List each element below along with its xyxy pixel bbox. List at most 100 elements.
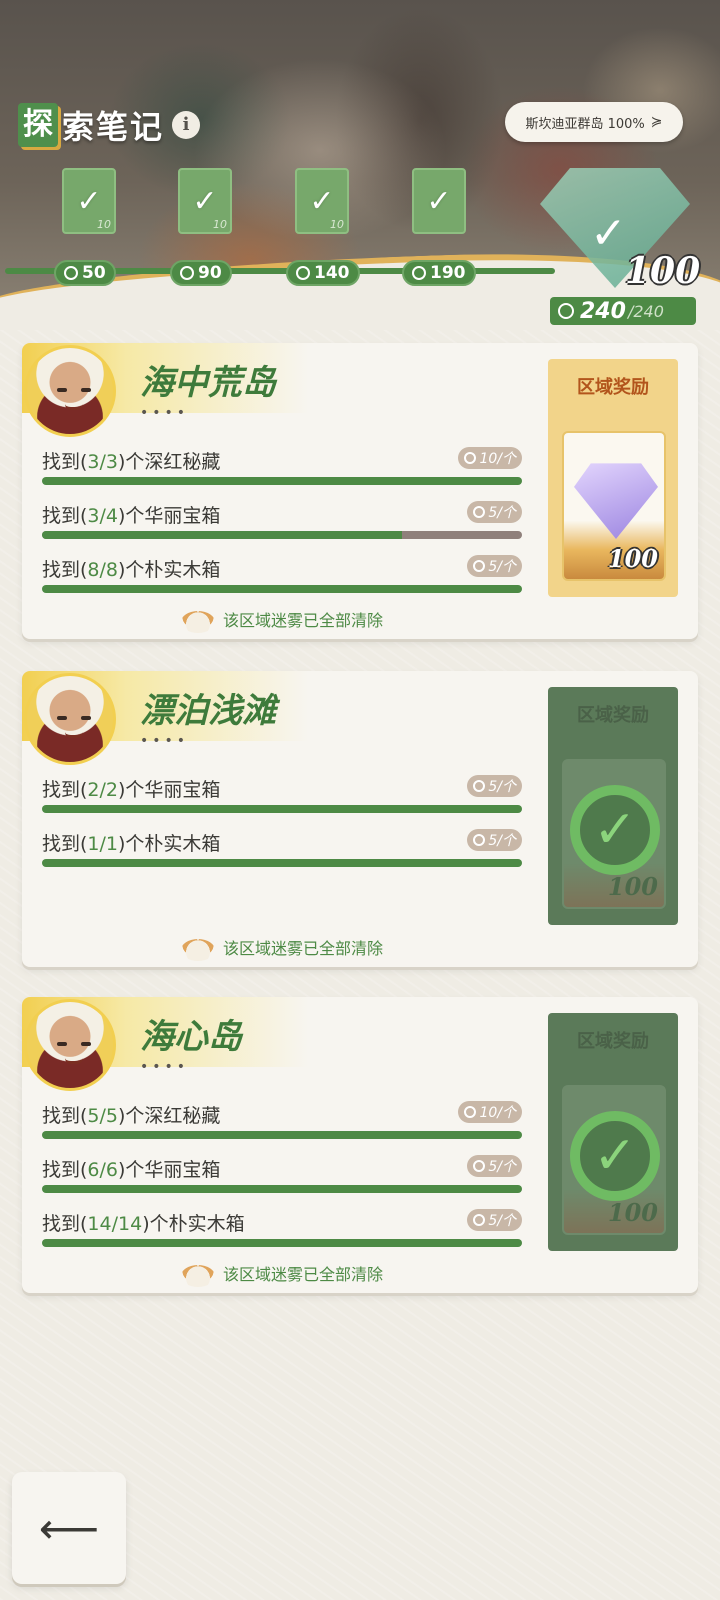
claimed-check-icon: ✓ xyxy=(570,785,660,875)
header-banner: 探 索笔记 i 斯坎迪亚群岛 100% ≽ ✓ 10 ✓ 10 ✓ 10 ✓ 5… xyxy=(0,0,720,330)
task-text: 找到(5/5)个深红秘藏 xyxy=(42,1105,221,1127)
task-row: 找到(6/6)个华丽宝箱 5/个 xyxy=(42,1155,522,1193)
task-progress-bar xyxy=(42,531,522,539)
task-row: 找到(14/14)个朴实木箱 5/个 xyxy=(42,1209,522,1247)
back-button[interactable]: ⟵ xyxy=(12,1472,126,1584)
back-arrow-icon: ⟵ xyxy=(38,1503,100,1553)
task-row: 找到(2/2)个华丽宝箱 5/个 xyxy=(42,775,522,813)
task-reward: 5/个 xyxy=(467,555,522,577)
avatar-eye xyxy=(57,388,67,392)
task-progress-fill xyxy=(42,585,522,593)
milestone-badge-3: 140 xyxy=(286,260,360,286)
mascot-icon xyxy=(180,1264,215,1287)
compass-icon xyxy=(473,506,486,518)
task-progress-bar xyxy=(42,1185,522,1193)
area-card-3: 海心岛 •••• 找到(5/5)个深红秘藏 10/个 找到(6/6)个华丽宝箱 … xyxy=(22,997,698,1293)
title-text: 索笔记 xyxy=(62,108,165,146)
task-progress-bar xyxy=(42,477,522,485)
area-reward-box-claimed[interactable]: 区域奖励 ✓ 100 xyxy=(548,687,678,925)
avatar-eye xyxy=(81,716,91,720)
reward-count: 100 xyxy=(607,1198,658,1227)
region-selector-label: 斯坎迪亚群岛 100% xyxy=(525,116,645,132)
avatar-eye xyxy=(81,1042,91,1046)
area-dots: •••• xyxy=(140,1059,190,1075)
task-text: 找到(3/3)个深红秘藏 xyxy=(42,451,221,473)
total-current: 240 xyxy=(580,298,626,324)
compass-icon xyxy=(473,780,486,792)
task-progress-fill xyxy=(42,805,522,813)
avatar-mouth xyxy=(65,732,83,738)
area-reward-box-claimed[interactable]: 区域奖励 ✓ 100 xyxy=(548,1013,678,1251)
area-dots: •••• xyxy=(140,405,190,421)
reward-count: 100 xyxy=(607,872,658,901)
reward-item: ✓ 100 xyxy=(562,1085,666,1235)
region-selector[interactable]: 斯坎迪亚群岛 100% ≽ xyxy=(505,102,683,142)
task-text: 找到(14/14)个朴实木箱 xyxy=(42,1213,245,1235)
task-progress-bar xyxy=(42,1239,522,1247)
milestone-value: 50 xyxy=(82,263,106,283)
area-card-2: 漂泊浅滩 •••• 找到(2/2)个华丽宝箱 5/个 找到(1/1)个朴实木箱 … xyxy=(22,671,698,967)
task-row: 找到(8/8)个朴实木箱 5/个 xyxy=(42,555,522,593)
area-reward-box[interactable]: 区域奖励 100 xyxy=(548,359,678,597)
info-icon[interactable]: i xyxy=(172,111,201,139)
compass-icon xyxy=(464,1106,477,1118)
fog-cleared-note: 该区域迷雾已全部清除 xyxy=(22,607,542,633)
check-icon: ✓ xyxy=(309,183,335,219)
compass-icon xyxy=(558,303,574,319)
fog-cleared-note: 该区域迷雾已全部清除 xyxy=(22,1261,542,1287)
milestone-reward-2[interactable]: ✓ 10 xyxy=(178,168,232,234)
milestone-badge-2: 90 xyxy=(170,260,232,286)
milestone-count: 10 xyxy=(97,218,111,231)
milestone-value: 90 xyxy=(198,263,222,283)
avatar-eye xyxy=(81,388,91,392)
character-avatar xyxy=(24,673,116,765)
milestone-reward-3[interactable]: ✓ 10 xyxy=(295,168,349,234)
check-icon: ✓ xyxy=(192,183,218,219)
task-progress-fill xyxy=(42,1185,522,1193)
task-progress-bar xyxy=(42,585,522,593)
reward-title: 区域奖励 xyxy=(577,377,649,398)
character-avatar xyxy=(24,999,116,1091)
compass-icon xyxy=(473,1214,486,1226)
area-name: 海心岛 xyxy=(140,1017,242,1057)
task-progress-fill xyxy=(42,477,522,485)
task-reward: 5/个 xyxy=(467,1209,522,1231)
reward-item: ✓ 100 xyxy=(562,759,666,909)
milestone-value: 140 xyxy=(314,263,350,283)
milestone-reward-1[interactable]: ✓ 10 xyxy=(62,168,116,234)
task-text: 找到(1/1)个朴实木箱 xyxy=(42,833,221,855)
compass-icon xyxy=(473,560,486,572)
milestone-badge-1: 50 xyxy=(54,260,116,286)
compass-icon xyxy=(473,834,486,846)
task-text: 找到(6/6)个华丽宝箱 xyxy=(42,1159,221,1181)
area-name: 海中荒岛 xyxy=(140,363,276,403)
milestone-reward-4[interactable]: ✓ xyxy=(412,168,466,234)
task-text: 找到(8/8)个朴实木箱 xyxy=(42,559,221,581)
task-reward: 5/个 xyxy=(467,501,522,523)
task-progress-fill xyxy=(42,859,522,867)
total-max: /240 xyxy=(627,301,664,321)
milestone-count: 10 xyxy=(213,218,227,231)
compass-icon xyxy=(412,266,426,280)
task-text: 找到(3/4)个华丽宝箱 xyxy=(42,505,221,527)
compass-icon xyxy=(64,266,78,280)
avatar-mouth xyxy=(65,404,83,410)
task-progress-fill xyxy=(42,531,402,539)
task-progress-fill xyxy=(42,1239,522,1247)
task-reward: 5/个 xyxy=(467,775,522,797)
character-avatar xyxy=(24,345,116,437)
task-progress-bar xyxy=(42,1131,522,1139)
reward-item: 100 xyxy=(562,431,666,581)
task-row: 找到(3/3)个深红秘藏 10/个 xyxy=(42,447,522,485)
task-text: 找到(2/2)个华丽宝箱 xyxy=(42,779,221,801)
fog-cleared-note: 该区域迷雾已全部清除 xyxy=(22,935,542,961)
task-progress-bar xyxy=(42,859,522,867)
task-reward: 10/个 xyxy=(458,1101,522,1123)
milestone-badge-4: 190 xyxy=(402,260,476,286)
gem-icon xyxy=(574,463,658,539)
task-reward: 10/个 xyxy=(458,447,522,469)
milestone-value: 190 xyxy=(430,263,466,283)
task-reward: 5/个 xyxy=(467,829,522,851)
check-icon: ✓ xyxy=(76,183,102,219)
compass-icon xyxy=(296,266,310,280)
